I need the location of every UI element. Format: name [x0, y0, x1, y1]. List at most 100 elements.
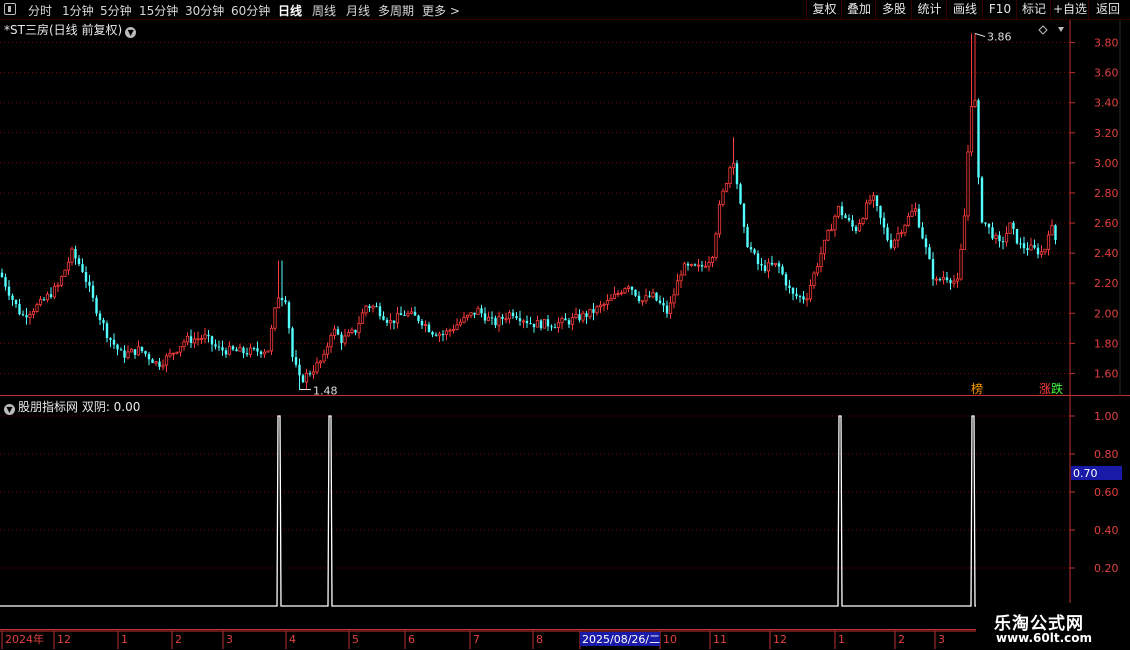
candle-body-up: [731, 162, 736, 169]
toolbar-button-1[interactable]: 叠加: [841, 0, 876, 19]
candle-body-up: [66, 261, 71, 271]
candle-body-up: [815, 266, 820, 274]
candle-body-up: [833, 215, 837, 231]
price-tick-label: 2.80: [1094, 187, 1119, 200]
candle-body-down: [217, 346, 221, 348]
toolbar-button-4[interactable]: 画线: [946, 0, 983, 19]
candle-body-up: [829, 229, 834, 232]
candle-body-down: [112, 339, 116, 345]
month-label: 3: [938, 633, 945, 646]
indicator-tick-label: 1.00: [1094, 410, 1119, 423]
candle-body-up: [721, 190, 725, 205]
chevron-down-icon[interactable]: ▼: [4, 404, 15, 415]
period-tab-9[interactable]: 多周期: [378, 2, 414, 19]
price-tick-label: 3.00: [1094, 157, 1119, 170]
toolbar-button-6[interactable]: 标记: [1016, 0, 1051, 19]
candle-body-down: [116, 344, 119, 350]
candle-body-down: [1033, 245, 1036, 248]
candle-body-down: [280, 297, 284, 301]
candle-body-up: [332, 328, 337, 336]
candle-body-down: [74, 249, 77, 259]
candle-body-down: [431, 332, 434, 335]
indicator-chart[interactable]: 1.00 0.80 0.60 0.40 0.20 0.70: [0, 396, 1130, 630]
toolbar-button-7[interactable]: +自选: [1050, 0, 1089, 19]
candle-body-up: [504, 318, 508, 321]
toolbar-button-8[interactable]: 返回: [1088, 0, 1127, 19]
candle-body-up: [196, 338, 200, 341]
period-tab-3[interactable]: 15分钟: [139, 2, 178, 19]
toolbar-button-0[interactable]: 复权: [806, 0, 842, 19]
candle-body-down: [529, 323, 532, 325]
candle-body-down: [336, 329, 340, 335]
period-tab-10[interactable]: 更多 >: [422, 2, 460, 19]
candle-body-down: [368, 306, 371, 309]
candle-body-up: [497, 316, 501, 326]
candle-body-down: [630, 286, 634, 290]
candle-body-up: [710, 257, 715, 263]
period-tab-2[interactable]: 5分钟: [100, 2, 132, 19]
period-tab-0[interactable]: 分时: [28, 2, 52, 19]
candle-body-up: [682, 263, 687, 276]
candle-body-up: [451, 328, 456, 331]
candle-body-down: [515, 316, 518, 319]
candle-body-down: [473, 312, 476, 315]
candle-body-down: [256, 348, 259, 352]
candle-body-down: [4, 277, 7, 287]
candle-body-down: [119, 349, 123, 351]
candle-body-up: [896, 233, 900, 241]
panel-toggle-icon[interactable]: [4, 3, 16, 15]
candle-body-up: [126, 351, 130, 359]
candle-body-down: [133, 349, 137, 355]
time-axis: 2024年121234567891011121232025/08/26/二: [0, 630, 1130, 649]
candle-body-up: [185, 335, 190, 343]
diamond-icon[interactable]: [1038, 25, 1048, 35]
candle-body-up: [199, 338, 204, 341]
candle-body-up: [269, 327, 274, 352]
period-tab-4[interactable]: 30分钟: [185, 2, 224, 19]
candle-body-up: [322, 353, 326, 362]
candle-body-up: [556, 322, 561, 328]
candle-body-up: [822, 239, 827, 255]
candle-body-up: [175, 351, 179, 354]
candle-body-down: [420, 320, 424, 326]
candle-body-down: [949, 280, 952, 284]
candle-body-up: [325, 346, 330, 355]
month-label: 3: [226, 633, 233, 646]
candlestick-chart[interactable]: 3.80 3.60 3.40 3.20 3.00 2.80 2.60 2.40 2.20 2.00…: [0, 20, 1130, 396]
toolbar-button-3[interactable]: 统计: [911, 0, 947, 19]
period-tab-7[interactable]: 周线: [312, 2, 336, 19]
candle-body-down: [123, 350, 126, 358]
candle-body-up: [409, 311, 414, 314]
period-tab-8[interactable]: 月线: [346, 2, 370, 19]
candle-body-down: [207, 334, 210, 337]
candle-body-down: [931, 259, 935, 280]
candle-body-down: [221, 347, 224, 351]
toolbar-button-5[interactable]: F10: [982, 0, 1017, 19]
candle-body-up: [668, 302, 673, 314]
candle-body-up: [1029, 244, 1033, 251]
candle-body-up: [38, 298, 43, 306]
candle-body-down: [749, 246, 753, 250]
triangle-down-icon[interactable]: [1058, 27, 1064, 32]
candle-body-up: [696, 264, 701, 267]
candle-body-down: [109, 337, 112, 340]
candle-body-up: [56, 284, 60, 287]
candle-body-down: [441, 333, 445, 335]
candle-body-up: [864, 202, 869, 219]
period-tab-1[interactable]: 1分钟: [62, 2, 94, 19]
candle-body-down: [427, 324, 431, 333]
period-tab-6[interactable]: 日线: [278, 2, 302, 19]
period-tab-5[interactable]: 60分钟: [231, 2, 270, 19]
candle-body-up: [588, 308, 592, 318]
candle-body-up: [903, 224, 907, 234]
candle-body-up: [437, 333, 442, 337]
candle-body-up: [311, 371, 316, 375]
candle-body-down: [385, 319, 389, 323]
candle-body-down: [1026, 248, 1029, 251]
candle-body-up: [476, 307, 480, 315]
candle-body-down: [340, 334, 343, 343]
toolbar-button-2[interactable]: 多股: [875, 0, 912, 19]
chevron-down-icon[interactable]: ▼: [125, 27, 137, 38]
candle-body-up: [871, 195, 876, 201]
candle-body-up: [52, 285, 57, 298]
